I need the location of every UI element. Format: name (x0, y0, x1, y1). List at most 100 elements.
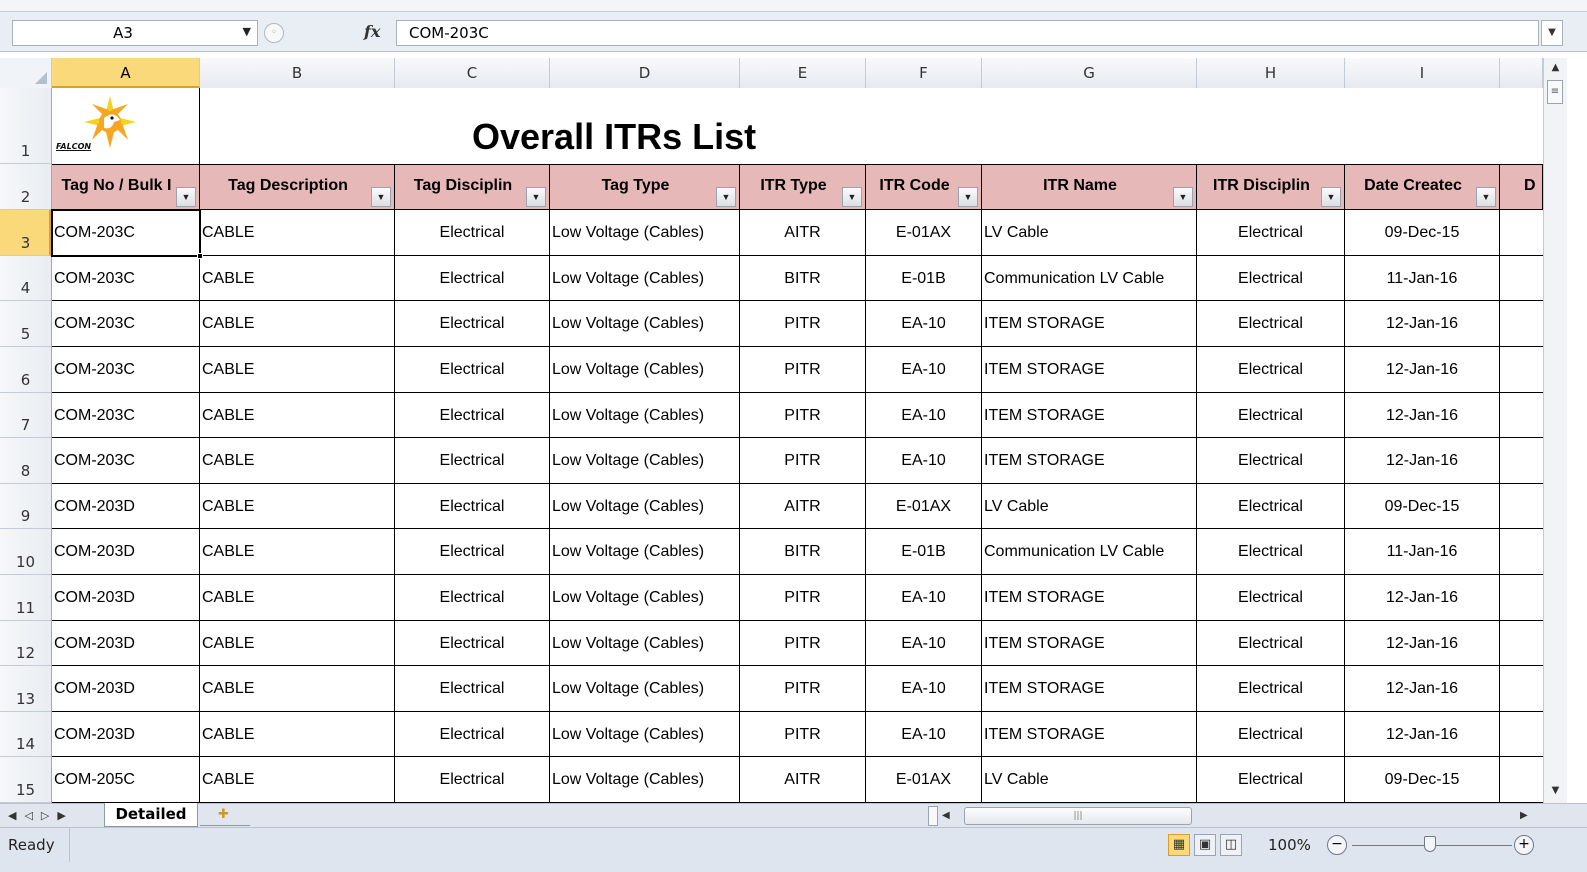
table-cell[interactable]: 12-Jan-16 (1345, 575, 1500, 621)
table-cell[interactable]: Low Voltage (Cables) (550, 666, 740, 712)
table-cell[interactable]: Low Voltage (Cables) (550, 712, 740, 757)
table-cell[interactable]: E-01AX (866, 210, 982, 256)
header-cell[interactable]: Tag Description ▼ (200, 164, 395, 210)
filter-dropdown-icon[interactable]: ▼ (716, 187, 736, 207)
tab-navigation-icons[interactable]: ◀◁▷▶ (8, 806, 100, 826)
table-cell[interactable]: Low Voltage (Cables) (550, 575, 740, 621)
table-cell[interactable]: PITR (740, 438, 866, 484)
table-cell[interactable]: Low Voltage (Cables) (550, 484, 740, 529)
table-cell[interactable]: CABLE (200, 484, 395, 529)
table-cell[interactable] (1500, 712, 1543, 757)
scroll-left-icon[interactable]: ◀ (942, 806, 960, 826)
column-header-e[interactable]: E (740, 58, 866, 88)
table-cell[interactable]: COM-205C (52, 757, 200, 803)
table-cell[interactable] (1500, 757, 1543, 803)
vertical-scrollbar[interactable]: ▲ ≡ ▼ (1543, 58, 1567, 803)
table-cell[interactable]: CABLE (200, 347, 395, 393)
header-cell[interactable]: ITR Name ▼ (982, 164, 1197, 210)
column-header-a[interactable]: A (52, 58, 200, 88)
page-layout-view-icon[interactable]: ▣ (1194, 834, 1216, 856)
table-cell[interactable]: EA-10 (866, 438, 982, 484)
table-cell[interactable]: EA-10 (866, 666, 982, 712)
row-header-1[interactable]: 1 (0, 88, 51, 164)
filter-dropdown-icon[interactable]: ▼ (176, 187, 196, 207)
split-handle-icon[interactable]: ≡ (1547, 80, 1563, 104)
table-cell[interactable]: Low Voltage (Cables) (550, 757, 740, 803)
column-header-f[interactable]: F (866, 58, 982, 88)
insert-worksheet-icon[interactable]: ✚ (200, 805, 250, 826)
table-cell[interactable]: CABLE (200, 256, 395, 301)
table-cell[interactable]: PITR (740, 393, 866, 438)
table-cell[interactable]: COM-203D (52, 575, 200, 621)
scroll-up-icon[interactable]: ▲ (1544, 58, 1567, 78)
table-cell[interactable]: CABLE (200, 575, 395, 621)
table-cell[interactable]: EA-10 (866, 301, 982, 347)
table-cell[interactable]: Communication LV Cable (982, 529, 1197, 575)
table-cell[interactable]: Electrical (1197, 301, 1345, 347)
row-header-9[interactable]: 9 (0, 484, 51, 529)
table-cell[interactable]: 12-Jan-16 (1345, 666, 1500, 712)
table-cell[interactable]: LV Cable (982, 757, 1197, 803)
column-header-d[interactable]: D (550, 58, 740, 88)
table-cell[interactable]: ITEM STORAGE (982, 347, 1197, 393)
table-cell[interactable]: ITEM STORAGE (982, 301, 1197, 347)
column-header-i[interactable]: I (1345, 58, 1500, 88)
table-cell[interactable]: ITEM STORAGE (982, 666, 1197, 712)
table-cell[interactable]: ITEM STORAGE (982, 712, 1197, 757)
table-cell[interactable]: Electrical (395, 393, 550, 438)
table-cell[interactable]: Electrical (395, 484, 550, 529)
table-cell[interactable]: ITEM STORAGE (982, 621, 1197, 666)
table-cell[interactable]: Electrical (395, 347, 550, 393)
header-cell[interactable]: Tag Type ▼ (550, 164, 740, 210)
table-cell[interactable]: EA-10 (866, 393, 982, 438)
row-header-5[interactable]: 5 (0, 301, 51, 347)
split-handle-icon[interactable] (928, 806, 938, 826)
table-cell[interactable]: Electrical (1197, 347, 1345, 393)
table-cell[interactable]: BITR (740, 529, 866, 575)
table-cell[interactable]: E-01B (866, 256, 982, 301)
header-cell[interactable]: Tag Disciplin ▼ (395, 164, 550, 210)
table-cell[interactable]: CABLE (200, 301, 395, 347)
table-cell[interactable] (1500, 256, 1543, 301)
table-cell[interactable]: 11-Jan-16 (1345, 256, 1500, 301)
row-header-13[interactable]: 13 (0, 666, 51, 712)
table-cell[interactable] (1500, 301, 1543, 347)
table-cell[interactable]: PITR (740, 621, 866, 666)
table-cell[interactable]: Electrical (1197, 757, 1345, 803)
table-cell[interactable]: CABLE (200, 210, 395, 256)
table-cell[interactable]: EA-10 (866, 621, 982, 666)
row-header-8[interactable]: 8 (0, 438, 51, 484)
table-cell[interactable]: CABLE (200, 621, 395, 666)
table-cell[interactable]: CABLE (200, 393, 395, 438)
table-cell[interactable] (1500, 210, 1543, 256)
table-cell[interactable]: Electrical (1197, 210, 1345, 256)
table-cell[interactable]: CABLE (200, 666, 395, 712)
filter-dropdown-icon[interactable]: ▼ (1321, 187, 1341, 207)
zoom-in-icon[interactable]: + (1514, 835, 1534, 855)
row-header-11[interactable]: 11 (0, 575, 51, 621)
table-cell[interactable]: Electrical (1197, 621, 1345, 666)
table-cell[interactable]: COM-203C (52, 301, 200, 347)
filter-dropdown-icon[interactable]: ▼ (526, 187, 546, 207)
table-cell[interactable]: ITEM STORAGE (982, 438, 1197, 484)
table-cell[interactable]: Electrical (395, 256, 550, 301)
table-cell[interactable]: PITR (740, 712, 866, 757)
header-cell[interactable]: ITR Type ▼ (740, 164, 866, 210)
column-header-g[interactable]: G (982, 58, 1197, 88)
zoom-out-icon[interactable]: − (1327, 835, 1347, 855)
row-header-4[interactable]: 4 (0, 256, 51, 301)
table-cell[interactable]: Electrical (1197, 529, 1345, 575)
table-cell[interactable]: COM-203C (52, 393, 200, 438)
table-cell[interactable]: EA-10 (866, 347, 982, 393)
header-cell[interactable]: ITR Code ▼ (866, 164, 982, 210)
table-cell[interactable]: Electrical (395, 438, 550, 484)
table-cell[interactable]: PITR (740, 575, 866, 621)
table-cell[interactable]: PITR (740, 301, 866, 347)
table-cell[interactable]: AITR (740, 484, 866, 529)
table-cell[interactable]: E-01B (866, 529, 982, 575)
table-cell[interactable]: Low Voltage (Cables) (550, 347, 740, 393)
table-cell[interactable]: Low Voltage (Cables) (550, 210, 740, 256)
table-cell[interactable]: Electrical (395, 712, 550, 757)
header-cell[interactable]: D (1500, 164, 1543, 210)
table-cell[interactable] (1500, 666, 1543, 712)
